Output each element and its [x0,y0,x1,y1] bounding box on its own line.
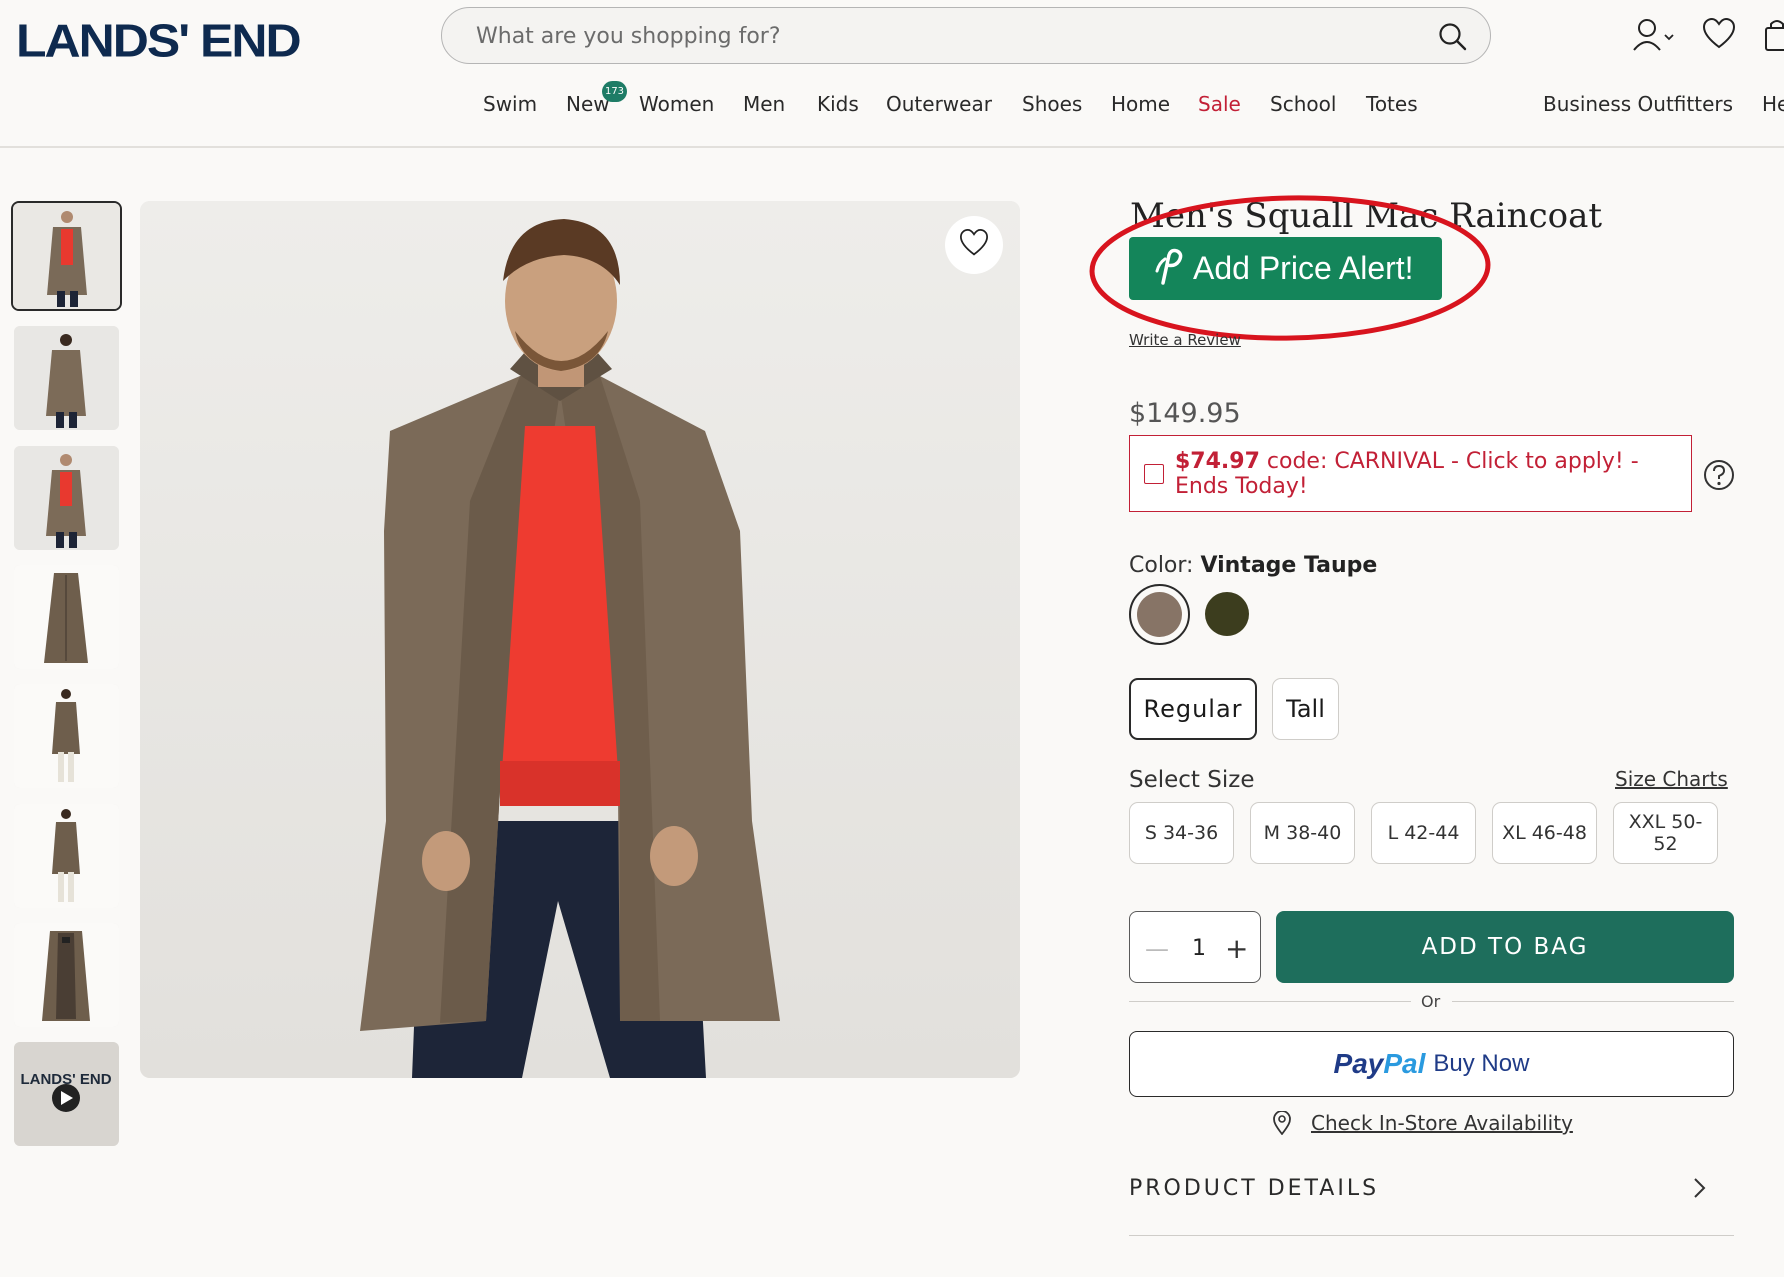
add-price-alert-button[interactable]: Add Price Alert! [1129,237,1442,300]
size-charts-link[interactable]: Size Charts [1615,767,1728,791]
color-label-prefix: Color: [1129,553,1194,578]
color-value: Vintage Taupe [1200,553,1378,578]
paypal-buy-now-label: Buy Now [1433,1050,1530,1077]
brand-logo-text: LANDS' END [16,14,302,67]
swatch-fill-taupe [1137,592,1182,637]
or-divider-right [1452,1001,1734,1002]
nav-outerwear[interactable]: Outerwear [886,92,992,116]
thumbnail-6[interactable] [14,804,119,908]
nav-school[interactable]: School [1270,92,1336,116]
size-xl-button[interactable]: XL 46-48 [1492,802,1597,864]
chevron-right-icon[interactable] [1690,1176,1710,1206]
search-bar[interactable] [441,7,1491,64]
product-title: Men's Squall Mac Raincoat [1130,196,1603,236]
size-s-button[interactable]: S 34-36 [1129,802,1234,864]
thumbnail-4[interactable] [14,565,119,669]
quantity-decrease-button[interactable]: — [1145,935,1169,963]
color-swatch-olive[interactable] [1205,592,1249,636]
promo-price: $74.97 [1175,449,1260,474]
promo-code-box[interactable]: $74.97 code: CARNIVAL - Click to apply! … [1129,435,1692,512]
thumbnail-2[interactable] [14,326,119,430]
promo-text: $74.97 code: CARNIVAL - Click to apply! … [1175,449,1665,499]
or-label: Or [1421,992,1441,1011]
check-store-availability-link[interactable]: Check In-Store Availability [1311,1111,1573,1135]
header-divider [0,146,1784,148]
price-alert-logo-icon [1153,245,1183,293]
nav-men[interactable]: Men [743,92,785,116]
search-input[interactable] [476,18,1376,54]
heart-icon[interactable] [1702,17,1736,54]
nav-totes[interactable]: Totes [1366,92,1418,116]
write-review-link[interactable]: Write a Review [1129,331,1241,349]
location-pin-icon [1271,1110,1293,1139]
paypal-logo: PayPal [1334,1048,1426,1080]
color-swatch-vintage-taupe[interactable] [1129,584,1190,645]
thumbnail-3[interactable] [14,446,119,550]
nav-swim[interactable]: Swim [483,92,537,116]
product-price: $149.95 [1129,398,1241,429]
heart-icon [959,228,989,261]
nav-business-outfitters[interactable]: Business Outfitters [1543,92,1733,116]
thumbnail-5[interactable] [14,684,119,788]
nav-shoes[interactable]: Shoes [1022,92,1082,116]
thumbnail-7[interactable] [14,923,119,1027]
paypal-buy-now-button[interactable]: PayPal Buy Now [1129,1031,1734,1097]
nav-help[interactable]: He [1762,92,1784,116]
nav-home[interactable]: Home [1111,92,1170,116]
add-to-bag-button[interactable]: ADD TO BAG [1276,911,1734,983]
quantity-stepper: — 1 + [1129,911,1261,983]
color-label: Color: Vintage Taupe [1129,553,1377,578]
select-size-label: Select Size [1129,767,1255,793]
fit-regular-button[interactable]: Regular [1129,678,1257,740]
size-m-button[interactable]: M 38-40 [1250,802,1355,864]
promo-checkbox[interactable] [1144,464,1164,484]
wishlist-button[interactable] [945,216,1003,274]
paypal-logo-pal: Pal [1383,1048,1426,1079]
product-main-image [140,201,1020,1078]
search-icon[interactable] [1438,22,1468,56]
size-l-button[interactable]: L 42-44 [1371,802,1476,864]
quantity-value[interactable]: 1 [1192,936,1206,961]
nav-women[interactable]: Women [639,92,714,116]
quantity-increase-button[interactable]: + [1225,932,1248,965]
fit-tall-button[interactable]: Tall [1272,678,1339,740]
thumbnail-1[interactable] [11,201,122,311]
bag-icon[interactable] [1764,18,1784,56]
product-details-toggle[interactable]: PRODUCT DETAILS [1129,1176,1379,1201]
add-price-alert-label: Add Price Alert! [1193,250,1414,286]
thumbnail-video[interactable]: LANDS' END [14,1042,119,1146]
product-details-divider [1129,1235,1734,1236]
nav-sale[interactable]: Sale [1198,92,1241,116]
size-xxl-button[interactable]: XXL 50-52 [1613,802,1718,864]
or-divider-left [1129,1001,1411,1002]
new-count-badge: 173 [602,81,627,102]
help-icon[interactable] [1703,459,1735,495]
account-icon[interactable] [1633,18,1679,58]
brand-logo[interactable]: LANDS' END [16,14,302,67]
paypal-logo-pay: Pay [1333,1048,1384,1079]
nav-kids[interactable]: Kids [817,92,859,116]
